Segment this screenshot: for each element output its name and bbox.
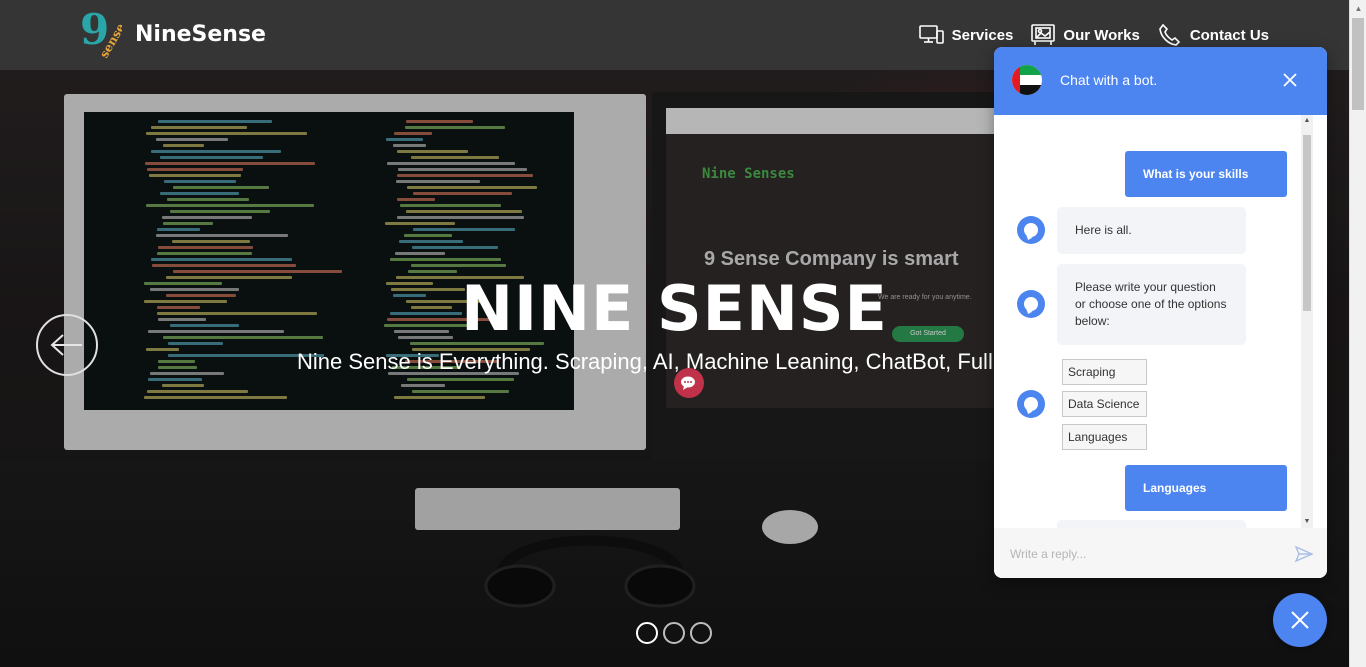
- scroll-thumb[interactable]: [1352, 18, 1364, 110]
- option-languages[interactable]: Languages: [1062, 424, 1147, 450]
- chat-title: Chat with a bot.: [1060, 72, 1158, 88]
- bot-message-partial: [1057, 520, 1246, 528]
- page-scrollbar[interactable]: ▲: [1349, 0, 1366, 667]
- user-message: Languages: [1125, 465, 1287, 511]
- nav-contact-us[interactable]: Contact Us: [1158, 23, 1269, 47]
- chat-reply-input[interactable]: [1010, 544, 1280, 564]
- chat-bubble-icon[interactable]: [674, 368, 704, 398]
- chat-scroll-up-arrow[interactable]: ▲: [1301, 115, 1313, 127]
- nav-our-works-label: Our Works: [1063, 26, 1140, 44]
- option-data-science[interactable]: Data Science: [1062, 391, 1147, 417]
- bot-message: Please write your question or choose one…: [1057, 264, 1246, 345]
- chatbot-window: Chat with a bot. What is your skills Her…: [994, 47, 1327, 578]
- prev-slide-button[interactable]: [36, 314, 98, 376]
- chat-avatar: [1012, 65, 1042, 95]
- user-message: What is your skills: [1125, 151, 1287, 197]
- chat-input-bar: [994, 528, 1327, 578]
- chat-messages: What is your skills Here is all. Please …: [994, 115, 1327, 528]
- scroll-up-arrow[interactable]: ▲: [1350, 0, 1366, 17]
- close-icon[interactable]: [1280, 70, 1300, 90]
- hero-subtitle: Nine Sense is Everything. Scraping, AI, …: [297, 349, 997, 374]
- slide-indicators: [636, 622, 712, 644]
- slide-dot-3[interactable]: [690, 622, 712, 644]
- send-icon[interactable]: [1294, 544, 1314, 564]
- logo[interactable]: 9 sense: [78, 5, 128, 64]
- phone-icon: [1158, 23, 1180, 46]
- bot-message: Here is all.: [1057, 207, 1246, 254]
- gallery-icon: [1031, 24, 1056, 45]
- slide-dot-1[interactable]: [636, 622, 658, 644]
- nav-services[interactable]: Services: [918, 24, 1014, 46]
- monitor-icon: [918, 25, 944, 44]
- chat-scroll-thumb[interactable]: [1303, 135, 1311, 311]
- nav-services-label: Services: [951, 26, 1014, 44]
- nav-contact-us-label: Contact Us: [1189, 26, 1269, 44]
- slide-dot-2[interactable]: [663, 622, 685, 644]
- close-icon: [1291, 611, 1309, 629]
- bot-chat-icon: [1017, 290, 1045, 318]
- option-scraping[interactable]: Scraping: [1062, 359, 1147, 385]
- arrow-left-icon: [50, 334, 82, 356]
- bot-chat-icon: [1017, 216, 1045, 244]
- chat-scrollbar[interactable]: ▲ ▼: [1301, 115, 1313, 528]
- nav-our-works[interactable]: Our Works: [1031, 24, 1140, 46]
- brand-name[interactable]: NineSense: [135, 22, 266, 47]
- chat-toggle-button[interactable]: [1273, 593, 1327, 647]
- chat-scroll-down-arrow[interactable]: ▼: [1301, 516, 1313, 528]
- bot-chat-icon: [1017, 390, 1045, 418]
- chat-header: Chat with a bot.: [994, 47, 1327, 115]
